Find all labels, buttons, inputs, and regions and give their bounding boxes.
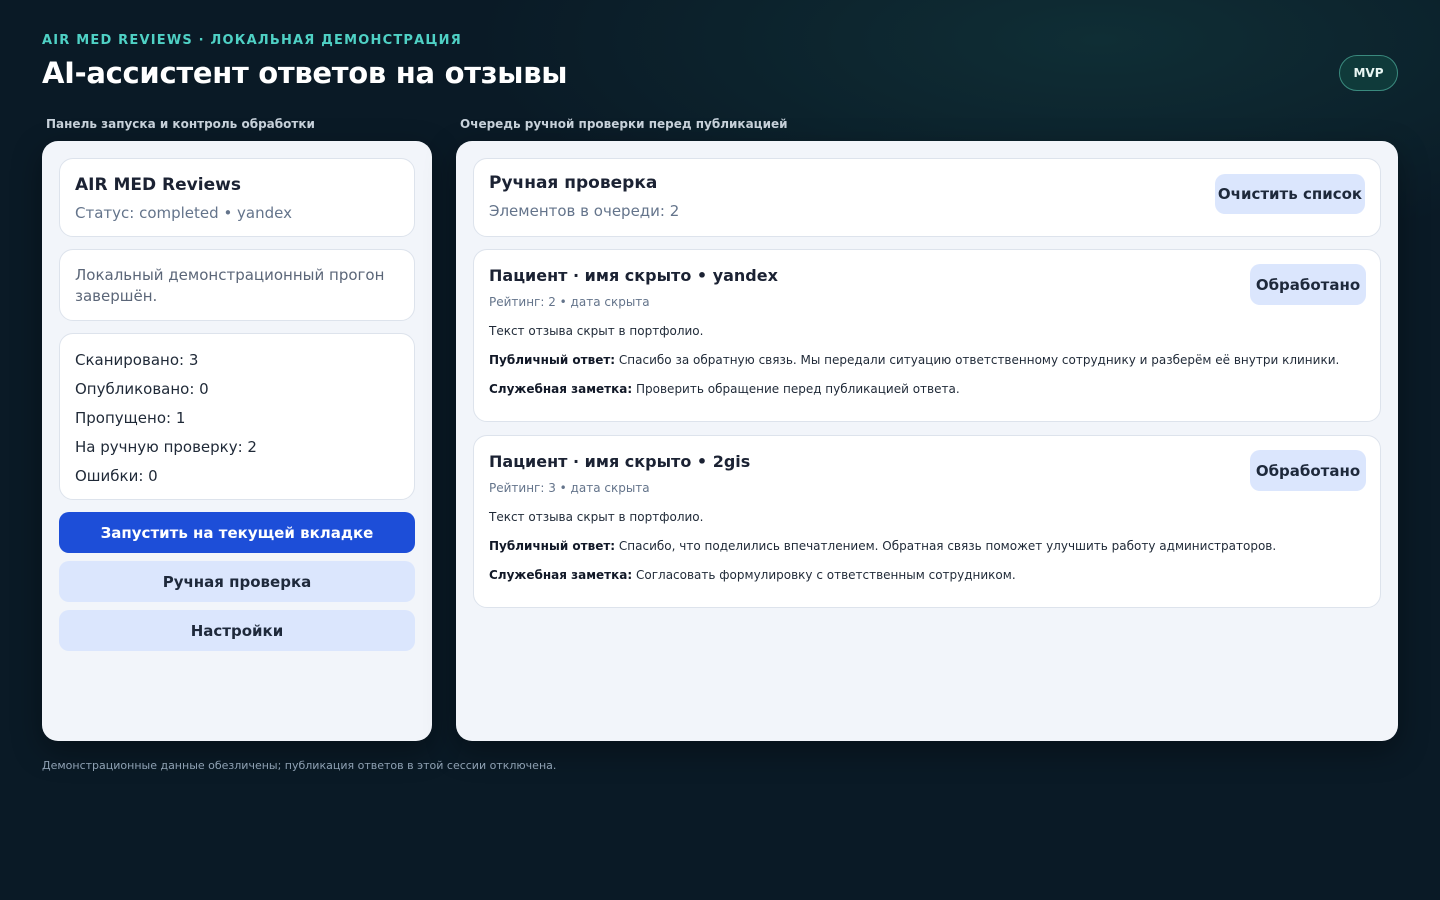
stat-published: Опубликовано: 0 <box>75 380 209 398</box>
review-item: Пациент · имя скрыто • yandex Рейтинг: 2… <box>473 249 1381 422</box>
manual-review-button[interactable]: Ручная проверка <box>59 561 415 602</box>
mark-processed-button[interactable]: Обработано <box>1250 450 1366 491</box>
footer-note: Демонстрационные данные обезличены; публ… <box>42 759 557 772</box>
internal-note-text: Проверить обращение перед публикацией от… <box>636 382 960 396</box>
review-title: Пациент · имя скрыто • yandex <box>489 266 778 285</box>
review-meta: Рейтинг: 2 • дата скрыта <box>489 295 650 309</box>
stat-errors: Ошибки: 0 <box>75 467 158 485</box>
review-queue-panel: Ручная проверка Элементов в очереди: 2 О… <box>456 141 1398 741</box>
run-current-tab-button[interactable]: Запустить на текущей вкладке <box>59 512 415 553</box>
clear-list-button[interactable]: Очистить список <box>1215 174 1365 214</box>
app-eyebrow: AIR MED REVIEWS · ЛОКАЛЬНАЯ ДЕМОНСТРАЦИЯ <box>42 33 462 48</box>
stats-card: Сканировано: 3 Опубликовано: 0 Пропущено… <box>59 333 415 500</box>
public-reply: Публичный ответ: Спасибо за обратную свя… <box>489 353 1365 367</box>
internal-note-text: Согласовать формулировку с ответственным… <box>636 568 1016 582</box>
queue-header-card: Ручная проверка Элементов в очереди: 2 О… <box>473 158 1381 237</box>
status-card: AIR MED Reviews Статус: completed • yand… <box>59 158 415 237</box>
mvp-badge: MVP <box>1339 55 1398 91</box>
control-panel: AIR MED Reviews Статус: completed • yand… <box>42 141 432 741</box>
review-text: Текст отзыва скрыт в портфолио. <box>489 510 704 524</box>
stat-manual-review: На ручную проверку: 2 <box>75 438 257 456</box>
internal-note: Служебная заметка: Проверить обращение п… <box>489 382 1365 396</box>
status-message: Локальный демонстрационный прогон заверш… <box>75 266 385 305</box>
internal-note-label: Служебная заметка: <box>489 568 633 582</box>
app-name: AIR MED Reviews <box>75 175 241 195</box>
review-item: Пациент · имя скрыто • 2gis Рейтинг: 3 •… <box>473 435 1381 608</box>
mark-processed-button[interactable]: Обработано <box>1250 264 1366 305</box>
stat-scanned: Сканировано: 3 <box>75 351 199 369</box>
right-panel-caption: Очередь ручной проверки перед публикацие… <box>460 117 788 131</box>
review-text: Текст отзыва скрыт в портфолио. <box>489 324 704 338</box>
stat-skipped: Пропущено: 1 <box>75 409 186 427</box>
public-reply: Публичный ответ: Спасибо, что поделились… <box>489 539 1365 553</box>
internal-note-label: Служебная заметка: <box>489 382 633 396</box>
status-message-card: Локальный демонстрационный прогон заверш… <box>59 249 415 321</box>
settings-button[interactable]: Настройки <box>59 610 415 651</box>
public-reply-text: Спасибо за обратную связь. Мы передали с… <box>618 353 1340 367</box>
public-reply-label: Публичный ответ: <box>489 539 616 553</box>
page-title: AI-ассистент ответов на отзывы <box>42 56 568 90</box>
public-reply-text: Спасибо, что поделились впечатлением. Об… <box>618 539 1277 553</box>
review-title: Пациент · имя скрыто • 2gis <box>489 452 751 471</box>
review-meta: Рейтинг: 3 • дата скрыта <box>489 481 650 495</box>
status-line: Статус: completed • yandex <box>75 204 292 222</box>
public-reply-label: Публичный ответ: <box>489 353 616 367</box>
internal-note: Служебная заметка: Согласовать формулиро… <box>489 568 1365 582</box>
left-panel-caption: Панель запуска и контроль обработки <box>46 117 315 131</box>
